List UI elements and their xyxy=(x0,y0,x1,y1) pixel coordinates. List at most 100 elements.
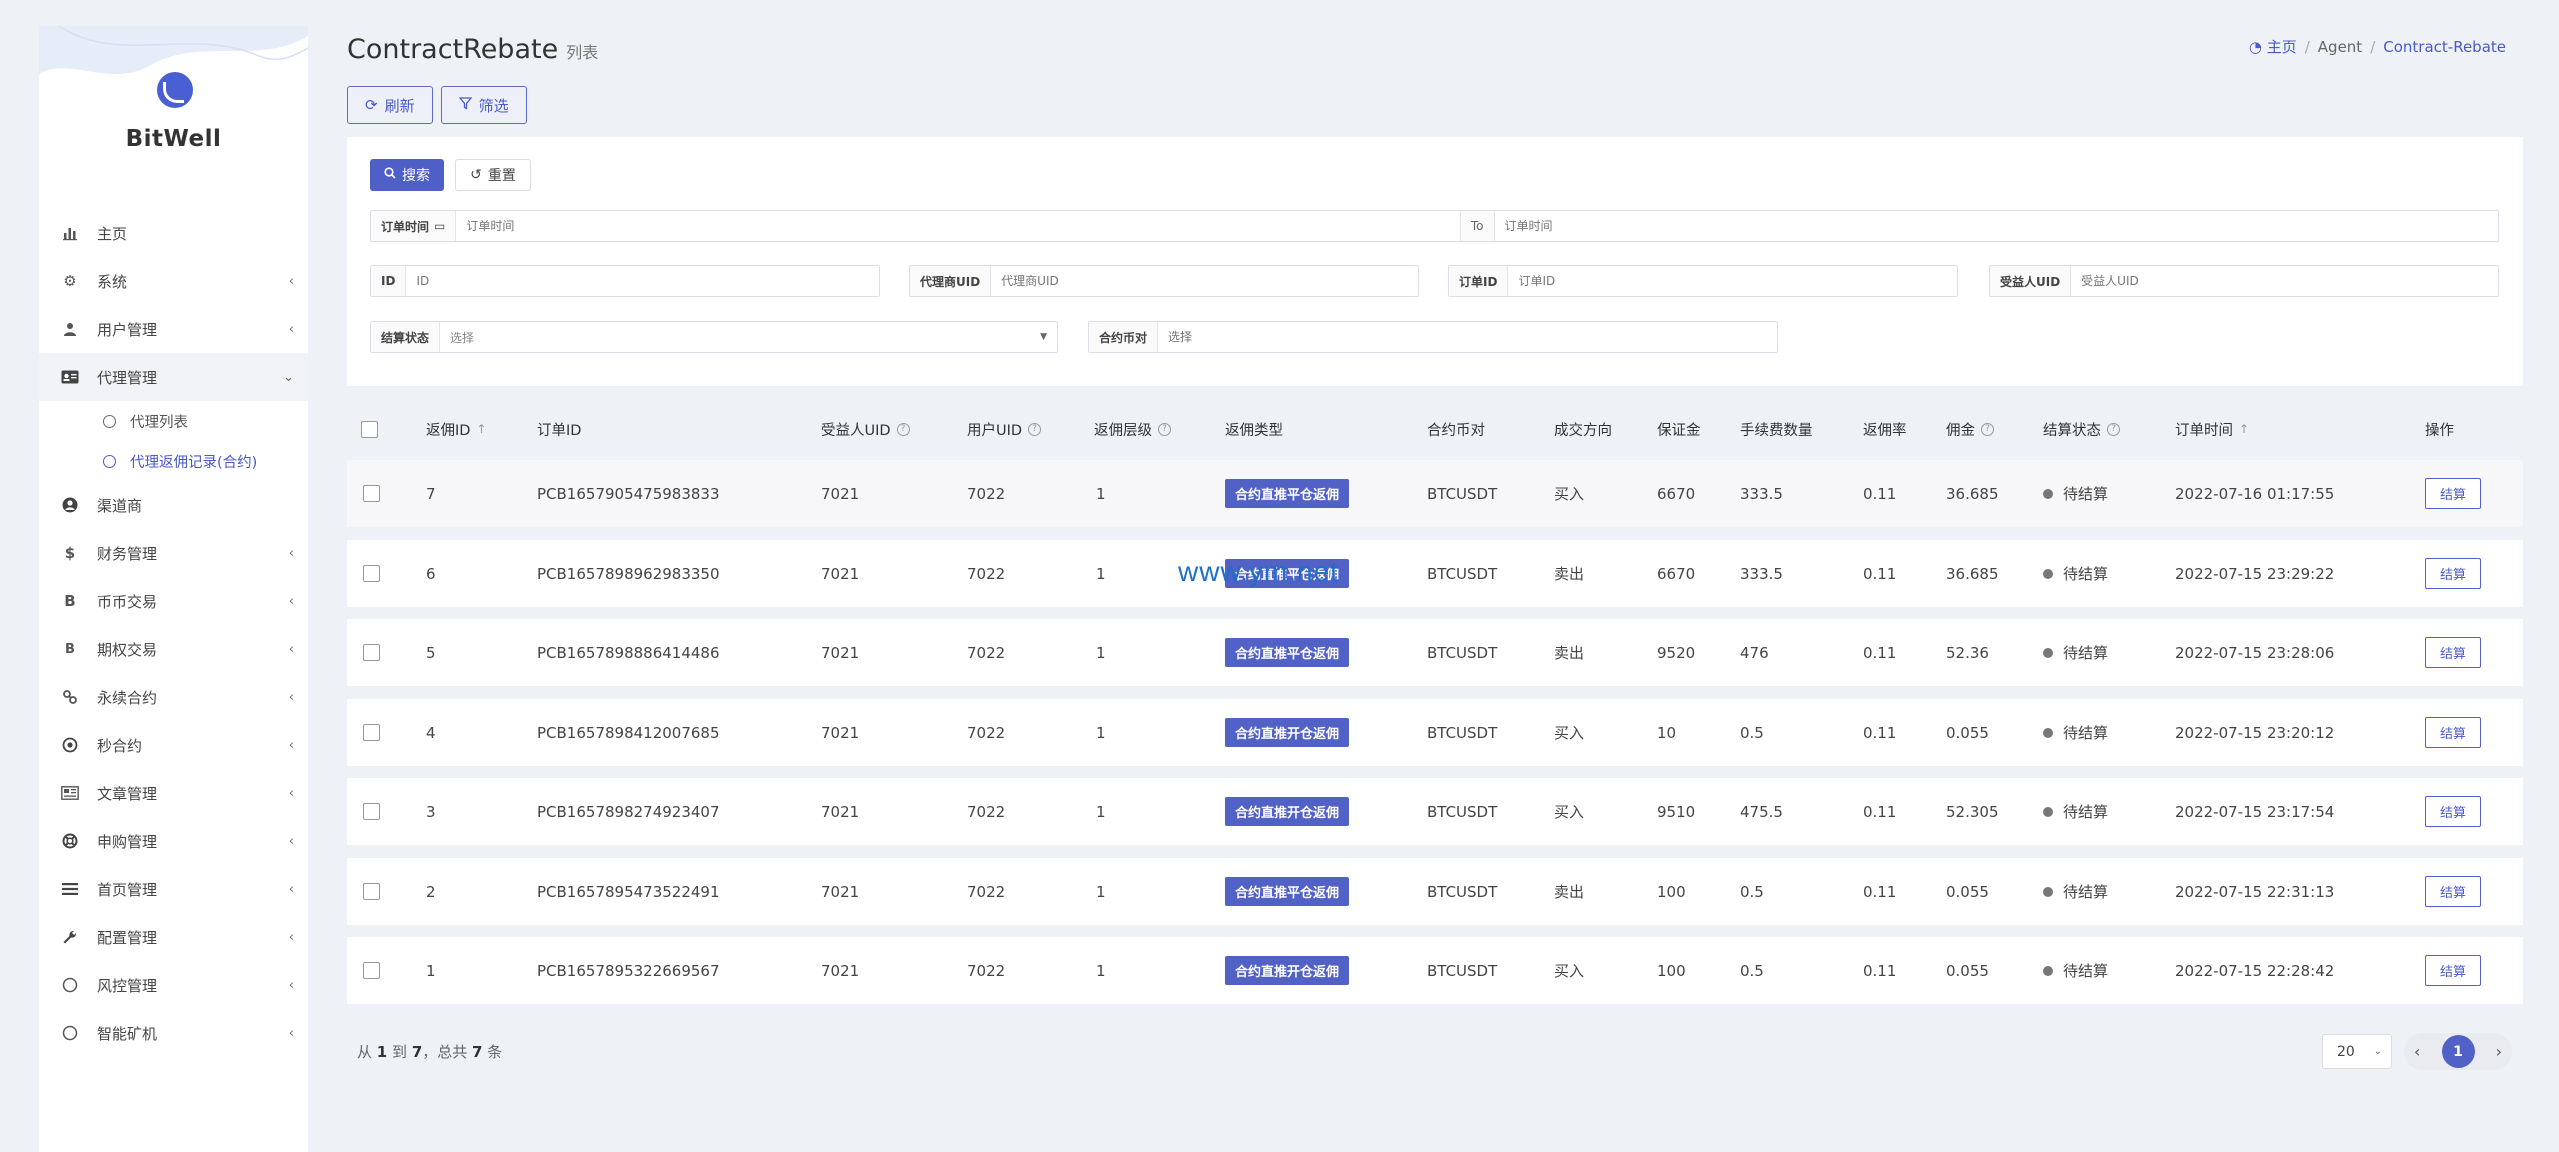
row-checkbox[interactable] xyxy=(363,540,380,607)
sidebar-menu: 主页 ⚙ 系统 ‹ 用户管理 ‹ 代理管理 ⌄ 代理列表 代理返佣记录(合约) … xyxy=(39,209,308,1057)
order-time-start-input[interactable] xyxy=(456,211,1460,241)
sidebar-item-agent[interactable]: 代理管理 ⌄ xyxy=(39,353,308,401)
sidebar-item-options[interactable]: B 期权交易 ‹ xyxy=(39,625,308,673)
cell-order-time: 2022-07-15 23:20:12 xyxy=(2175,723,2335,742)
sidebar-item-channel[interactable]: 渠道商 xyxy=(39,481,308,529)
sidebar-item-second-contract[interactable]: 秒合约 ‹ xyxy=(39,721,308,769)
settle-button[interactable]: 结算 xyxy=(2425,876,2481,907)
table-header: 返佣ID ↑ 订单ID 受益人UID ? 用户UID ? 返佣层级 ? 返佣类型… xyxy=(347,404,2523,454)
cell-pair: BTCUSDT xyxy=(1427,484,1498,503)
settle-button[interactable]: 结算 xyxy=(2425,955,2481,986)
settle-status-select[interactable]: 选择 xyxy=(440,322,1057,352)
cell-type: 合约直推开仓返佣 xyxy=(1225,699,1350,766)
settle-status-field: 结算状态 选择 ▼ xyxy=(370,321,1058,353)
filter-panel: 搜索 ↺ 重置 订单时间 ▭ To ID 代理商UID 订单ID 受益人UID … xyxy=(347,137,2523,386)
sidebar-item-homepage[interactable]: 首页管理 ‹ xyxy=(39,865,308,913)
brand-name[interactable]: BitWell xyxy=(39,126,308,152)
prev-page-button[interactable]: ‹ xyxy=(2414,1042,2420,1061)
question-circle-icon[interactable]: ? xyxy=(1028,422,1042,436)
sidebar-item-finance[interactable]: $ 财务管理 ‹ xyxy=(39,529,308,577)
order-id-label: 订单ID xyxy=(1449,266,1509,296)
cell-rate: 0.11 xyxy=(1863,564,1897,583)
type-badge: 合约直推平仓返佣 xyxy=(1225,877,1350,906)
sidebar-item-spot[interactable]: B 币币交易 ‹ xyxy=(39,577,308,625)
summary-text: 到 xyxy=(392,1043,408,1061)
search-button[interactable]: 搜索 xyxy=(370,159,444,191)
brand-logo-icon[interactable] xyxy=(157,72,193,108)
cell-direction: 买入 xyxy=(1554,962,1585,980)
cell-margin: 9520 xyxy=(1657,643,1696,662)
question-circle-icon[interactable]: ? xyxy=(896,422,910,436)
agent-uid-input[interactable] xyxy=(991,266,1418,296)
cell-direction: 买入 xyxy=(1554,485,1585,503)
row-checkbox[interactable] xyxy=(363,699,380,766)
sidebar-item-label: 文章管理 xyxy=(97,784,158,803)
bar-chart-icon xyxy=(61,224,79,242)
sidebar-item-users[interactable]: 用户管理 ‹ xyxy=(39,305,308,353)
id-input[interactable] xyxy=(406,266,879,296)
page-size-select[interactable]: 20 ⌄ xyxy=(2322,1034,2392,1069)
beneficiary-uid-input[interactable] xyxy=(2071,266,2498,296)
cell-actions: 结算 xyxy=(2425,858,2481,925)
submenu-item-agent-list[interactable]: 代理列表 xyxy=(39,401,308,441)
row-checkbox[interactable] xyxy=(363,778,380,845)
row-checkbox[interactable] xyxy=(363,619,380,686)
th-order-time[interactable]: 订单时间 ↑ xyxy=(2175,419,2249,440)
refresh-button[interactable]: ⟳ 刷新 xyxy=(347,86,433,124)
toolbar: ⟳ 刷新 筛选 xyxy=(347,86,527,124)
chevron-left-icon: ‹ xyxy=(288,930,294,945)
cell-margin: 100 xyxy=(1657,882,1686,901)
reset-button[interactable]: ↺ 重置 xyxy=(455,159,531,191)
question-circle-icon[interactable]: ? xyxy=(1981,422,1994,436)
th-commission: 佣金 ? xyxy=(1946,419,1994,440)
cell-status: 待结算 xyxy=(2043,778,2108,845)
sidebar-item-label: 代理管理 xyxy=(97,368,158,387)
page-button-current[interactable]: 1 xyxy=(2441,1035,2475,1068)
settle-button[interactable]: 结算 xyxy=(2425,478,2481,509)
sidebar-item-system[interactable]: ⚙ 系统 ‹ xyxy=(39,257,308,305)
cell-beneficiary-uid: 7021 xyxy=(821,484,860,503)
filter-button[interactable]: 筛选 xyxy=(440,86,527,124)
status-text: 待结算 xyxy=(2063,724,2109,742)
next-page-button[interactable]: › xyxy=(2496,1042,2502,1061)
submenu-item-agent-rebate[interactable]: 代理返佣记录(合约) xyxy=(39,441,308,481)
checkbox-icon xyxy=(361,420,378,438)
sort-up-icon[interactable]: ↑ xyxy=(476,422,486,436)
select-all-checkbox[interactable] xyxy=(361,420,378,438)
row-checkbox[interactable] xyxy=(363,460,380,527)
settle-button[interactable]: 结算 xyxy=(2425,558,2481,589)
settle-button[interactable]: 结算 xyxy=(2425,637,2481,668)
sidebar-item-subscription[interactable]: 申购管理 ‹ xyxy=(39,817,308,865)
status-text: 待结算 xyxy=(2063,803,2109,821)
cell-level: 1 xyxy=(1096,802,1106,821)
breadcrumb-home[interactable]: ◔ 主页 xyxy=(2249,36,2297,57)
settle-button[interactable]: 结算 xyxy=(2425,796,2481,827)
question-circle-icon[interactable]: ? xyxy=(2107,422,2120,436)
submenu-item-label: 代理返佣记录(合约) xyxy=(130,454,258,471)
sidebar-item-perpetual[interactable]: 永续合约 ‹ xyxy=(39,673,308,721)
question-circle-icon[interactable]: ? xyxy=(1158,422,1171,436)
sort-up-icon[interactable]: ↑ xyxy=(2239,422,2249,436)
th-rebate-id[interactable]: 返佣ID ↑ xyxy=(426,419,487,440)
cell-commission: 0.055 xyxy=(1946,882,1989,901)
breadcrumb-agent[interactable]: Agent xyxy=(2318,38,2362,56)
row-checkbox[interactable] xyxy=(363,858,380,925)
sidebar-item-mining[interactable]: 智能矿机 ‹ xyxy=(39,1009,308,1057)
cell-fee: 0.5 xyxy=(1740,882,1764,901)
sidebar-item-config[interactable]: 配置管理 ‹ xyxy=(39,913,308,961)
settle-button[interactable]: 结算 xyxy=(2425,717,2481,748)
sidebar-item-label: 用户管理 xyxy=(97,320,158,339)
sidebar-item-articles[interactable]: 文章管理 ‹ xyxy=(39,769,308,817)
cell-level: 1 xyxy=(1096,723,1106,742)
order-time-end-input[interactable] xyxy=(1494,211,2498,241)
order-id-input[interactable] xyxy=(1508,266,1957,296)
status-text: 待结算 xyxy=(2063,485,2109,503)
pair-input[interactable] xyxy=(1158,322,1777,352)
th-type: 返佣类型 xyxy=(1225,422,1283,439)
cell-rate: 0.11 xyxy=(1863,802,1897,821)
row-checkbox[interactable] xyxy=(363,937,380,1004)
status-text: 待结算 xyxy=(2063,883,2109,901)
sidebar-item-home[interactable]: 主页 xyxy=(39,209,308,257)
sidebar-item-risk[interactable]: 风控管理 ‹ xyxy=(39,961,308,1009)
th-label: 订单时间 xyxy=(2175,422,2233,439)
